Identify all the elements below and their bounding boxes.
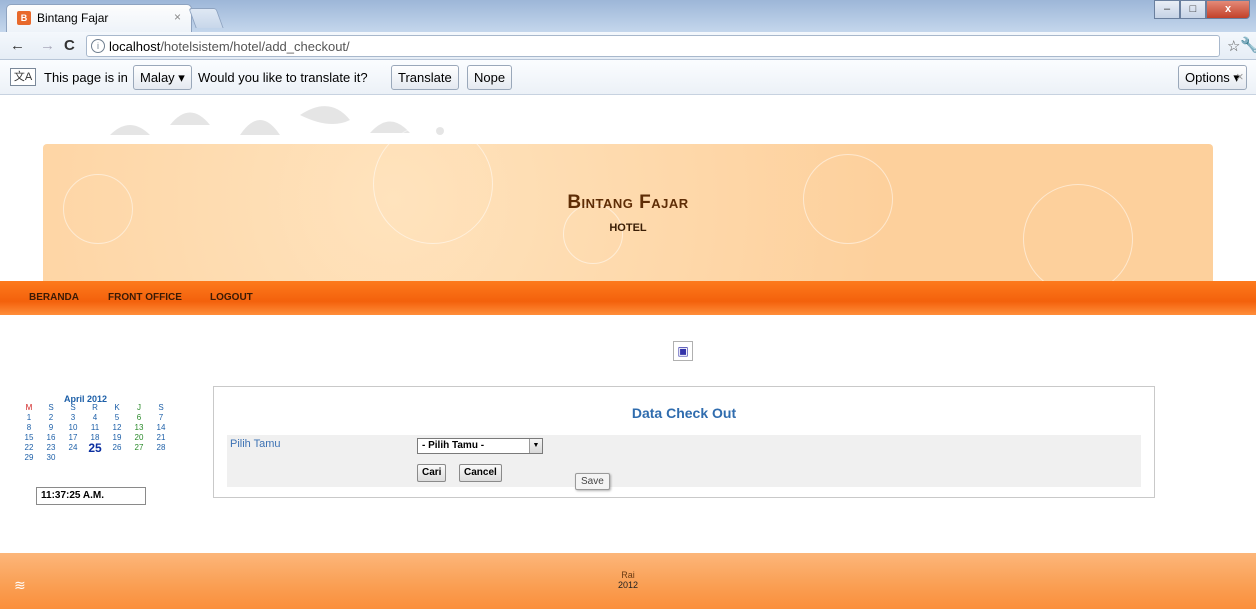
form-title: Data Check Out — [631, 405, 737, 421]
calendar-day — [66, 453, 80, 463]
calendar-day[interactable]: 27 — [132, 443, 146, 453]
calendar-weekday-header: M — [25, 403, 33, 412]
calendar-day[interactable]: 19 — [110, 433, 124, 443]
infobar-question: Would you like to translate it? — [198, 70, 368, 85]
calendar-day[interactable]: 23 — [44, 443, 58, 453]
calendar-day[interactable]: 29 — [22, 453, 36, 463]
close-window-button[interactable]: x — [1206, 0, 1250, 19]
translate-button[interactable]: Translate — [391, 65, 459, 90]
calendar-day[interactable]: 24 — [66, 443, 80, 453]
address-bar[interactable]: i localhost/hotelsistem/hotel/add_checko… — [86, 35, 1220, 57]
calendar-day[interactable]: 30 — [44, 453, 58, 463]
tab-strip: B Bintang Fajar × – □ x — [0, 0, 1256, 32]
calendar-day[interactable]: 17 — [66, 433, 80, 443]
calendar-day[interactable]: 20 — [132, 433, 146, 443]
forward-arrow-icon[interactable]: → — [40, 37, 55, 54]
calendar-weekday-header: K — [114, 403, 120, 412]
nope-button[interactable]: Nope — [467, 65, 513, 90]
calendar-day[interactable]: 3 — [66, 413, 80, 423]
cancel-button[interactable]: Cancel — [459, 464, 502, 482]
site-subtitle: HOTEL — [609, 222, 647, 234]
calendar-day-today[interactable]: 25 — [88, 442, 102, 454]
url-host: localhost — [109, 39, 161, 54]
broken-image-icon: ▣ — [673, 341, 693, 361]
page-content: Bintang Fajar HOTEL BERANDA FRONT OFFICE… — [0, 95, 1256, 609]
calendar-weekday-header: R — [92, 403, 98, 412]
reload-icon[interactable]: C — [64, 37, 75, 54]
calendar-day[interactable]: 2 — [44, 413, 58, 423]
calendar-day — [88, 453, 102, 463]
new-tab-button[interactable] — [188, 8, 224, 28]
calendar-day[interactable]: 14 — [154, 423, 168, 433]
bookmark-star-icon[interactable]: ☆ — [1227, 37, 1240, 55]
calendar-day — [132, 453, 146, 463]
calendar-day[interactable]: 4 — [88, 413, 102, 423]
wrench-menu-icon[interactable]: 🔧 — [1240, 36, 1256, 54]
footer-name: Rai — [621, 570, 635, 580]
calendar-day[interactable]: 5 — [110, 413, 124, 423]
nav-item-beranda[interactable]: BERANDA — [29, 292, 79, 303]
calendar-day[interactable]: 6 — [132, 413, 146, 423]
main-nav: BERANDA FRONT OFFICE LOGOUT — [0, 281, 1256, 315]
tab-close-icon[interactable]: × — [174, 10, 181, 24]
tab-title: Bintang Fajar — [37, 11, 109, 25]
calendar-day[interactable]: 16 — [44, 433, 58, 443]
translate-infobar: 文A This page is in Malay ▾ Would you lik… — [0, 60, 1256, 95]
footer-year: 2012 — [617, 580, 639, 590]
infobar-text-prefix: This page is in — [44, 70, 128, 85]
infobar-close-icon[interactable]: × — [1236, 69, 1244, 84]
calendar-day[interactable]: 12 — [110, 423, 124, 433]
nav-item-logout[interactable]: LOGOUT — [210, 292, 253, 303]
calendar-weekday-header: J — [137, 403, 141, 412]
calendar-weekday-header: S — [70, 403, 76, 412]
browser-chrome: B Bintang Fajar × – □ x ← → C i localhos… — [0, 0, 1256, 95]
checkout-form-panel: Data Check Out Pilih Tamu - Pilih Tamu -… — [213, 386, 1155, 498]
chevron-down-icon[interactable]: ▼ — [529, 439, 542, 453]
nav-item-front-office[interactable]: FRONT OFFICE — [108, 292, 182, 303]
calendar-day[interactable]: 1 — [22, 413, 36, 423]
form-row: Pilih Tamu - Pilih Tamu - ▼ Cari Cancel … — [227, 435, 1141, 490]
calendar-day[interactable]: 22 — [22, 443, 36, 453]
site-banner: Bintang Fajar HOTEL — [43, 124, 1213, 294]
url-text: localhost/hotelsistem/hotel/add_checkout… — [109, 39, 350, 54]
maximize-button[interactable]: □ — [1180, 0, 1206, 19]
calendar-day[interactable]: 26 — [110, 443, 124, 453]
language-select[interactable]: Malay ▾ — [133, 65, 192, 90]
browser-tab[interactable]: B Bintang Fajar × — [6, 4, 192, 32]
site-favicon-icon: B — [17, 11, 31, 25]
window-controls: – □ x — [1154, 0, 1250, 20]
save-button[interactable]: Save — [575, 473, 610, 490]
guest-select[interactable]: - Pilih Tamu - ▼ — [417, 438, 543, 454]
calendar-day[interactable]: 8 — [22, 423, 36, 433]
calendar-weekday-header: S — [48, 403, 54, 412]
clock-display: 11:37:25 A.M. — [36, 487, 146, 505]
calendar-day[interactable]: 15 — [22, 433, 36, 443]
url-path: /hotelsistem/hotel/add_checkout/ — [160, 39, 350, 54]
calendar-day[interactable]: 7 — [154, 413, 168, 423]
calendar-weekday-header: S — [158, 403, 164, 412]
calendar-day — [110, 453, 124, 463]
calendar-day — [154, 453, 168, 463]
translate-icon: 文A — [10, 68, 36, 86]
calendar-day[interactable]: 13 — [132, 423, 146, 433]
calendar-day[interactable]: 11 — [88, 423, 102, 433]
page-info-icon[interactable]: i — [91, 39, 105, 53]
calendar-day[interactable]: 28 — [154, 443, 168, 453]
browser-toolbar: ← → C i localhost/hotelsistem/hotel/add_… — [0, 32, 1256, 60]
calendar-day[interactable]: 21 — [154, 433, 168, 443]
back-arrow-icon[interactable]: ← — [10, 37, 25, 54]
minimize-button[interactable]: – — [1154, 0, 1180, 19]
site-footer: ≋ Rai 2012 — [0, 553, 1256, 609]
site-title: Bintang Fajar — [567, 192, 689, 213]
search-button[interactable]: Cari — [417, 464, 447, 482]
calendar-grid: M S S R K J S 1 2 3 4 5 6 7 8 9 10 11 12 13 14 15 16 17 18 19 20 21… — [22, 403, 168, 463]
guest-select-value: - Pilih Tamu - — [422, 440, 485, 451]
guest-label: Pilih Tamu — [230, 438, 281, 450]
calendar-day[interactable]: 10 — [66, 423, 80, 433]
calendar-day[interactable]: 9 — [44, 423, 58, 433]
